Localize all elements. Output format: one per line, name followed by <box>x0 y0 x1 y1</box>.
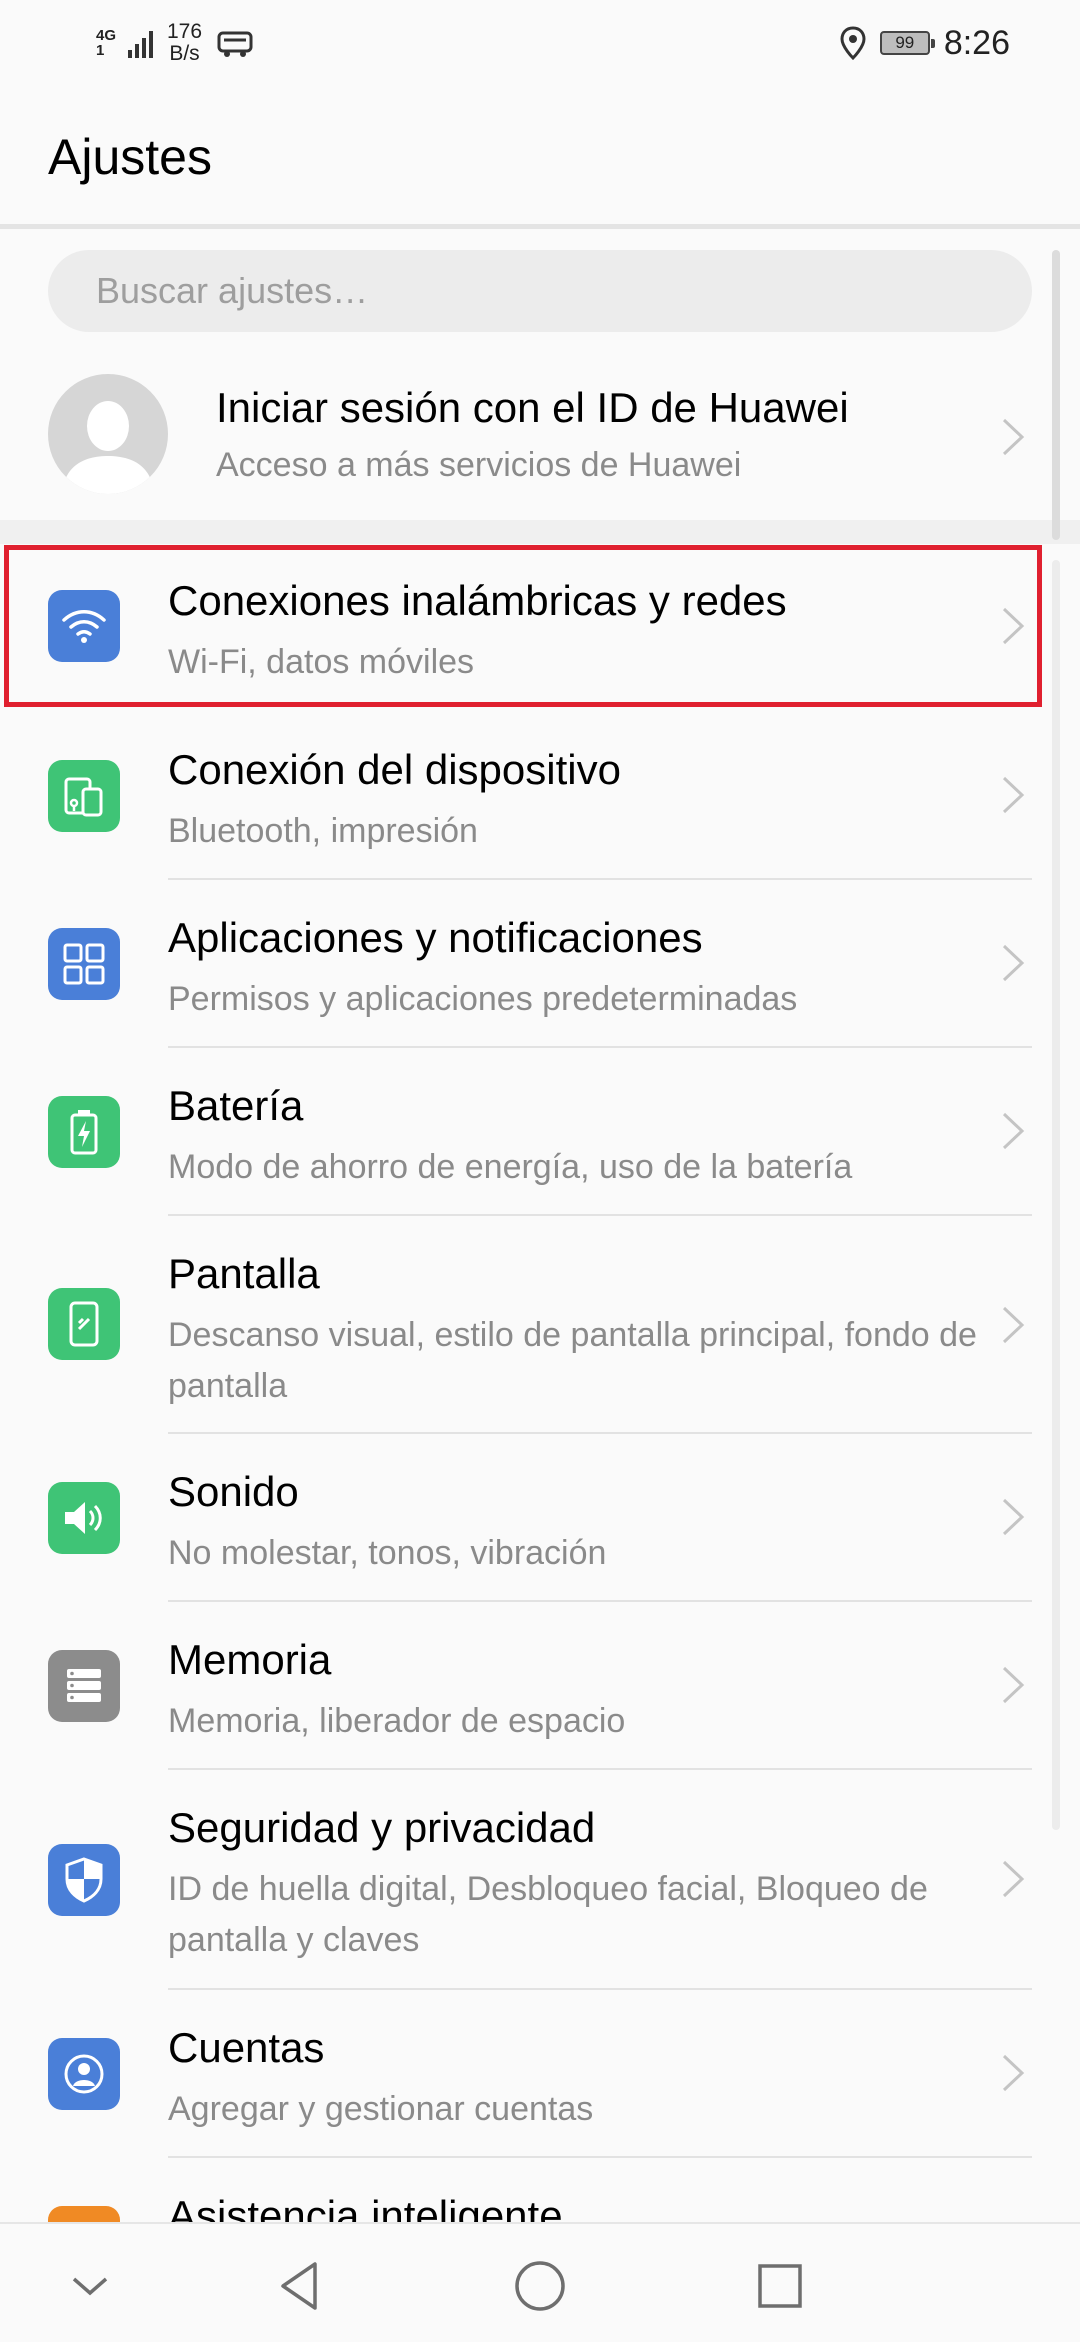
navigation-bar <box>0 2222 1080 2342</box>
chevron-right-icon <box>1002 1112 1025 1150</box>
hide-nav-button[interactable] <box>50 2246 130 2326</box>
home-circle-icon <box>515 2261 565 2311</box>
portable-hotspot-icon <box>217 31 253 57</box>
chevron-right-icon <box>1002 2054 1025 2092</box>
search-input[interactable] <box>48 250 1032 332</box>
signal-icon <box>128 28 153 58</box>
chevron-right-icon <box>1002 1306 1025 1344</box>
item-title: Conexión del dispositivo <box>168 746 621 793</box>
settings-item-apps-notifications[interactable]: Aplicaciones y notificaciones Permisos y… <box>0 880 1080 1048</box>
chevron-right-icon <box>1002 944 1025 982</box>
storage-icon <box>48 1650 120 1722</box>
chevron-right-icon <box>1002 1666 1025 1704</box>
highlight-box <box>4 545 1042 707</box>
chevron-right-icon <box>1002 1860 1025 1898</box>
device-connection-icon <box>48 760 120 832</box>
avatar <box>48 374 168 494</box>
apps-grid-icon <box>48 928 120 1000</box>
item-title: Cuentas <box>168 2024 325 2071</box>
recents-square-icon <box>758 2264 802 2308</box>
huawei-id-signin-row[interactable]: Iniciar sesión con el ID de Huawei Acces… <box>0 350 1080 520</box>
item-title: Pantalla <box>168 1250 320 1297</box>
item-subtitle: Memoria, liberador de espacio <box>168 1702 626 1740</box>
settings-item-battery[interactable]: Batería Modo de ahorro de energía, uso d… <box>0 1048 1080 1216</box>
item-subtitle: Agregar y gestionar cuentas <box>168 2090 594 2128</box>
clock: 8:26 <box>943 23 1010 62</box>
item-subtitle: Descanso visual, estilo de pantalla prin… <box>168 1316 977 1405</box>
shield-icon <box>48 1844 120 1916</box>
network-type: 4G 1 <box>96 27 117 59</box>
page-title: Ajustes <box>48 129 212 185</box>
settings-item-device-connection[interactable]: Conexión del dispositivo Bluetooth, impr… <box>0 712 1080 880</box>
settings-item-security-privacy[interactable]: Seguridad y privacidad ID de huella digi… <box>0 1770 1080 1990</box>
settings-item-storage[interactable]: Memoria Memoria, liberador de espacio <box>0 1602 1080 1770</box>
item-title: Aplicaciones y notificaciones <box>168 914 703 961</box>
chevron-right-icon <box>1002 776 1025 814</box>
settings-item-sound[interactable]: Sonido No molestar, tonos, vibración <box>0 1434 1080 1602</box>
back-button[interactable] <box>260 2246 340 2326</box>
battery-indicator: 99 <box>879 31 935 55</box>
settings-item-display[interactable]: Pantalla Descanso visual, estilo de pant… <box>0 1216 1080 1434</box>
item-title: Batería <box>168 1082 304 1129</box>
item-title: Asistencia inteligente <box>168 2192 563 2222</box>
chevron-right-icon <box>1002 418 1025 456</box>
item-subtitle: Modo de ahorro de energía, uso de la bat… <box>168 1148 853 1186</box>
item-title: Memoria <box>168 1636 332 1683</box>
display-icon <box>48 1288 120 1360</box>
speaker-icon <box>48 1482 120 1554</box>
item-subtitle: ID de huella digital, Desbloqueo facial,… <box>168 1870 928 1959</box>
account-icon <box>48 2038 120 2110</box>
account-subtitle: Acceso a más servicios de Huawei <box>216 446 742 484</box>
account-title: Iniciar sesión con el ID de Huawei <box>216 384 849 431</box>
settings-item-smart-assistance[interactable]: Asistencia inteligente <box>0 2158 1080 2222</box>
item-subtitle: No molestar, tonos, vibración <box>168 1534 607 1572</box>
home-button[interactable] <box>500 2246 580 2326</box>
status-bar: 4G 1 176 B/s 99 8:26 <box>0 0 1080 86</box>
recents-button[interactable] <box>740 2246 820 2326</box>
location-icon <box>840 26 866 60</box>
settings-item-accounts[interactable]: Cuentas Agregar y gestionar cuentas <box>0 1990 1080 2158</box>
assistant-icon <box>48 2206 120 2222</box>
back-triangle-icon <box>281 2262 317 2310</box>
network-speed: 176 B/s <box>167 20 203 65</box>
item-subtitle: Permisos y aplicaciones predeterminadas <box>168 980 798 1018</box>
title-divider <box>0 224 1080 229</box>
user-silhouette-icon <box>62 401 154 494</box>
chevron-right-icon <box>1002 1498 1025 1536</box>
item-subtitle: Bluetooth, impresión <box>168 812 478 850</box>
item-title: Seguridad y privacidad <box>168 1804 596 1851</box>
battery-icon <box>48 1096 120 1168</box>
chevron-down-icon <box>72 2277 108 2296</box>
item-title: Sonido <box>168 1468 299 1515</box>
section-gap <box>0 520 1080 544</box>
scrollbar-thumb[interactable] <box>1052 250 1060 540</box>
